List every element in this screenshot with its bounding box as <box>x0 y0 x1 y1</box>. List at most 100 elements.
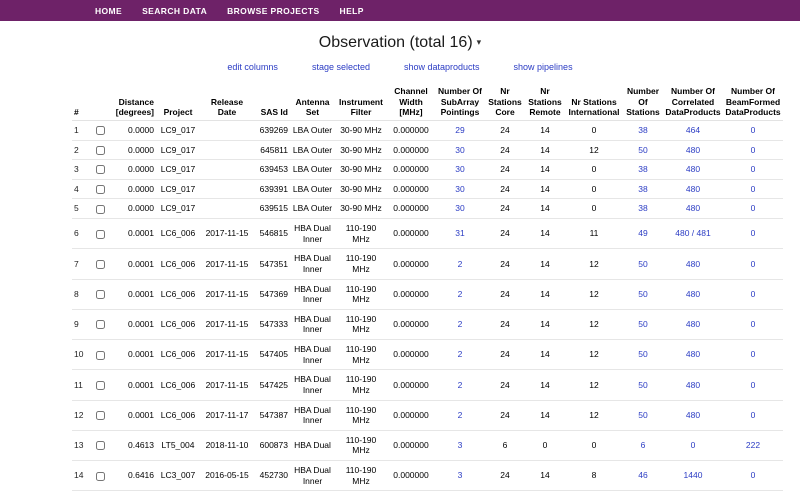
cell-correlated-dataproducts[interactable]: 480 <box>663 400 723 430</box>
cell-beamformed-dataproducts[interactable]: 0 <box>723 160 783 180</box>
cell-release-date <box>200 140 254 160</box>
cell-antenna-set: HBA Dual Inner <box>290 370 335 400</box>
column-header-chwidth: Channel Width [MHz] <box>387 84 435 120</box>
cell-beamformed-dataproducts[interactable]: 222 <box>723 430 783 460</box>
cell-correlated-dataproducts[interactable]: 464 <box>663 120 723 140</box>
cell-beamformed-dataproducts[interactable]: 0 <box>723 249 783 279</box>
cell-number-of-stations[interactable]: 49 <box>623 219 663 249</box>
cell-instrument-filter: 30-90 MHz <box>335 140 387 160</box>
row-checkbox[interactable] <box>96 230 105 239</box>
cell-row-number: 7 <box>72 249 90 279</box>
cell-subarray-pointings[interactable]: 2 <box>435 249 485 279</box>
cell-checkbox <box>90 430 110 460</box>
cell-number-of-stations[interactable]: 50 <box>623 140 663 160</box>
row-checkbox[interactable] <box>96 260 105 269</box>
cell-beamformed-dataproducts[interactable]: 0 <box>723 279 783 309</box>
cell-distance: 0.0000 <box>110 160 156 180</box>
cell-row-number: 11 <box>72 370 90 400</box>
cell-subarray-pointings[interactable]: 30 <box>435 199 485 219</box>
cell-correlated-dataproducts[interactable]: 480 <box>663 199 723 219</box>
chevron-down-icon[interactable]: ▾ <box>477 37 482 47</box>
cell-correlated-dataproducts[interactable]: 1440 <box>663 461 723 491</box>
cell-correlated-dataproducts[interactable]: 480 <box>663 370 723 400</box>
cell-subarray-pointings[interactable]: 29 <box>435 120 485 140</box>
cell-correlated-dataproducts[interactable]: 480 <box>663 309 723 339</box>
row-checkbox[interactable] <box>96 381 105 390</box>
row-checkbox[interactable] <box>96 441 105 450</box>
cell-correlated-dataproducts[interactable]: 480 <box>663 160 723 180</box>
cell-beamformed-dataproducts[interactable]: 0 <box>723 340 783 370</box>
cell-beamformed-dataproducts[interactable]: 0 <box>723 370 783 400</box>
show-dataproducts-link[interactable]: show dataproducts <box>404 62 480 72</box>
cell-number-of-stations[interactable]: 38 <box>623 120 663 140</box>
nav-search-data[interactable]: SEARCH DATA <box>142 6 207 16</box>
cell-correlated-dataproducts[interactable]: 480 <box>663 140 723 160</box>
row-checkbox[interactable] <box>96 411 105 420</box>
row-checkbox[interactable] <box>96 351 105 360</box>
cell-subarray-pointings[interactable]: 30 <box>435 160 485 180</box>
cell-subarray-pointings[interactable]: 2 <box>435 340 485 370</box>
cell-subarray-pointings[interactable]: 31 <box>435 219 485 249</box>
nav-browse-projects[interactable]: BROWSE PROJECTS <box>227 6 319 16</box>
table-row: 50.0000LC9_017639515LBA Outer30-90 MHz0.… <box>72 199 783 219</box>
cell-number-of-stations[interactable]: 50 <box>623 249 663 279</box>
row-checkbox[interactable] <box>96 472 105 481</box>
cell-beamformed-dataproducts[interactable]: 0 <box>723 199 783 219</box>
cell-beamformed-dataproducts[interactable]: 0 <box>723 400 783 430</box>
stage-selected-link[interactable]: stage selected <box>312 62 370 72</box>
cell-beamformed-dataproducts[interactable]: 0 <box>723 120 783 140</box>
cell-beamformed-dataproducts[interactable]: 0 <box>723 140 783 160</box>
cell-correlated-dataproducts[interactable]: 480 <box>663 279 723 309</box>
row-checkbox[interactable] <box>96 205 105 214</box>
row-checkbox[interactable] <box>96 290 105 299</box>
row-checkbox[interactable] <box>96 165 105 174</box>
cell-subarray-pointings[interactable]: 2 <box>435 370 485 400</box>
row-checkbox[interactable] <box>96 320 105 329</box>
cell-row-number: 10 <box>72 340 90 370</box>
cell-subarray-pointings[interactable]: 2 <box>435 400 485 430</box>
cell-beamformed-dataproducts[interactable]: 0 <box>723 461 783 491</box>
cell-number-of-stations[interactable]: 38 <box>623 199 663 219</box>
cell-beamformed-dataproducts[interactable]: 0 <box>723 219 783 249</box>
cell-number-of-stations[interactable]: 50 <box>623 279 663 309</box>
cell-beamformed-dataproducts[interactable]: 0 <box>723 309 783 339</box>
cell-correlated-dataproducts[interactable]: 480 <box>663 340 723 370</box>
cell-subarray-pointings[interactable]: 2 <box>435 279 485 309</box>
row-checkbox[interactable] <box>96 185 105 194</box>
cell-number-of-stations[interactable]: 50 <box>623 400 663 430</box>
cell-nr-stations-remote: 14 <box>525 400 565 430</box>
cell-release-date: 2017-11-15 <box>200 249 254 279</box>
cell-nr-stations-remote: 14 <box>525 199 565 219</box>
row-checkbox[interactable] <box>96 146 105 155</box>
cell-subarray-pointings[interactable]: 3 <box>435 430 485 460</box>
nav-help[interactable]: HELP <box>340 6 364 16</box>
cell-subarray-pointings[interactable]: 3 <box>435 461 485 491</box>
cell-subarray-pointings[interactable]: 2 <box>435 309 485 339</box>
column-header-num: # <box>72 84 90 120</box>
row-checkbox[interactable] <box>96 126 105 135</box>
cell-subarray-pointings[interactable]: 30 <box>435 140 485 160</box>
cell-nr-stations-remote: 14 <box>525 370 565 400</box>
cell-instrument-filter: 110-190 MHz <box>335 370 387 400</box>
cell-row-number: 6 <box>72 219 90 249</box>
cell-correlated-dataproducts[interactable]: 480 <box>663 179 723 199</box>
cell-number-of-stations[interactable]: 38 <box>623 179 663 199</box>
cell-number-of-stations[interactable]: 38 <box>623 160 663 180</box>
cell-beamformed-dataproducts[interactable]: 0 <box>723 179 783 199</box>
cell-correlated-dataproducts[interactable]: 480 / 481 <box>663 219 723 249</box>
cell-nr-stations-core: 6 <box>485 430 525 460</box>
cell-subarray-pointings[interactable]: 30 <box>435 179 485 199</box>
cell-correlated-dataproducts[interactable]: 480 <box>663 249 723 279</box>
cell-antenna-set: HBA Dual Inner <box>290 400 335 430</box>
cell-number-of-stations[interactable]: 50 <box>623 340 663 370</box>
cell-correlated-dataproducts[interactable]: 0 <box>663 430 723 460</box>
show-pipelines-link[interactable]: show pipelines <box>514 62 573 72</box>
edit-columns-link[interactable]: edit columns <box>227 62 278 72</box>
cell-number-of-stations[interactable]: 50 <box>623 370 663 400</box>
cell-number-of-stations[interactable]: 6 <box>623 430 663 460</box>
column-header-remote: Nr Stations Remote <box>525 84 565 120</box>
nav-home[interactable]: HOME <box>95 6 122 16</box>
cell-number-of-stations[interactable]: 46 <box>623 461 663 491</box>
cell-number-of-stations[interactable]: 50 <box>623 309 663 339</box>
cell-release-date <box>200 199 254 219</box>
